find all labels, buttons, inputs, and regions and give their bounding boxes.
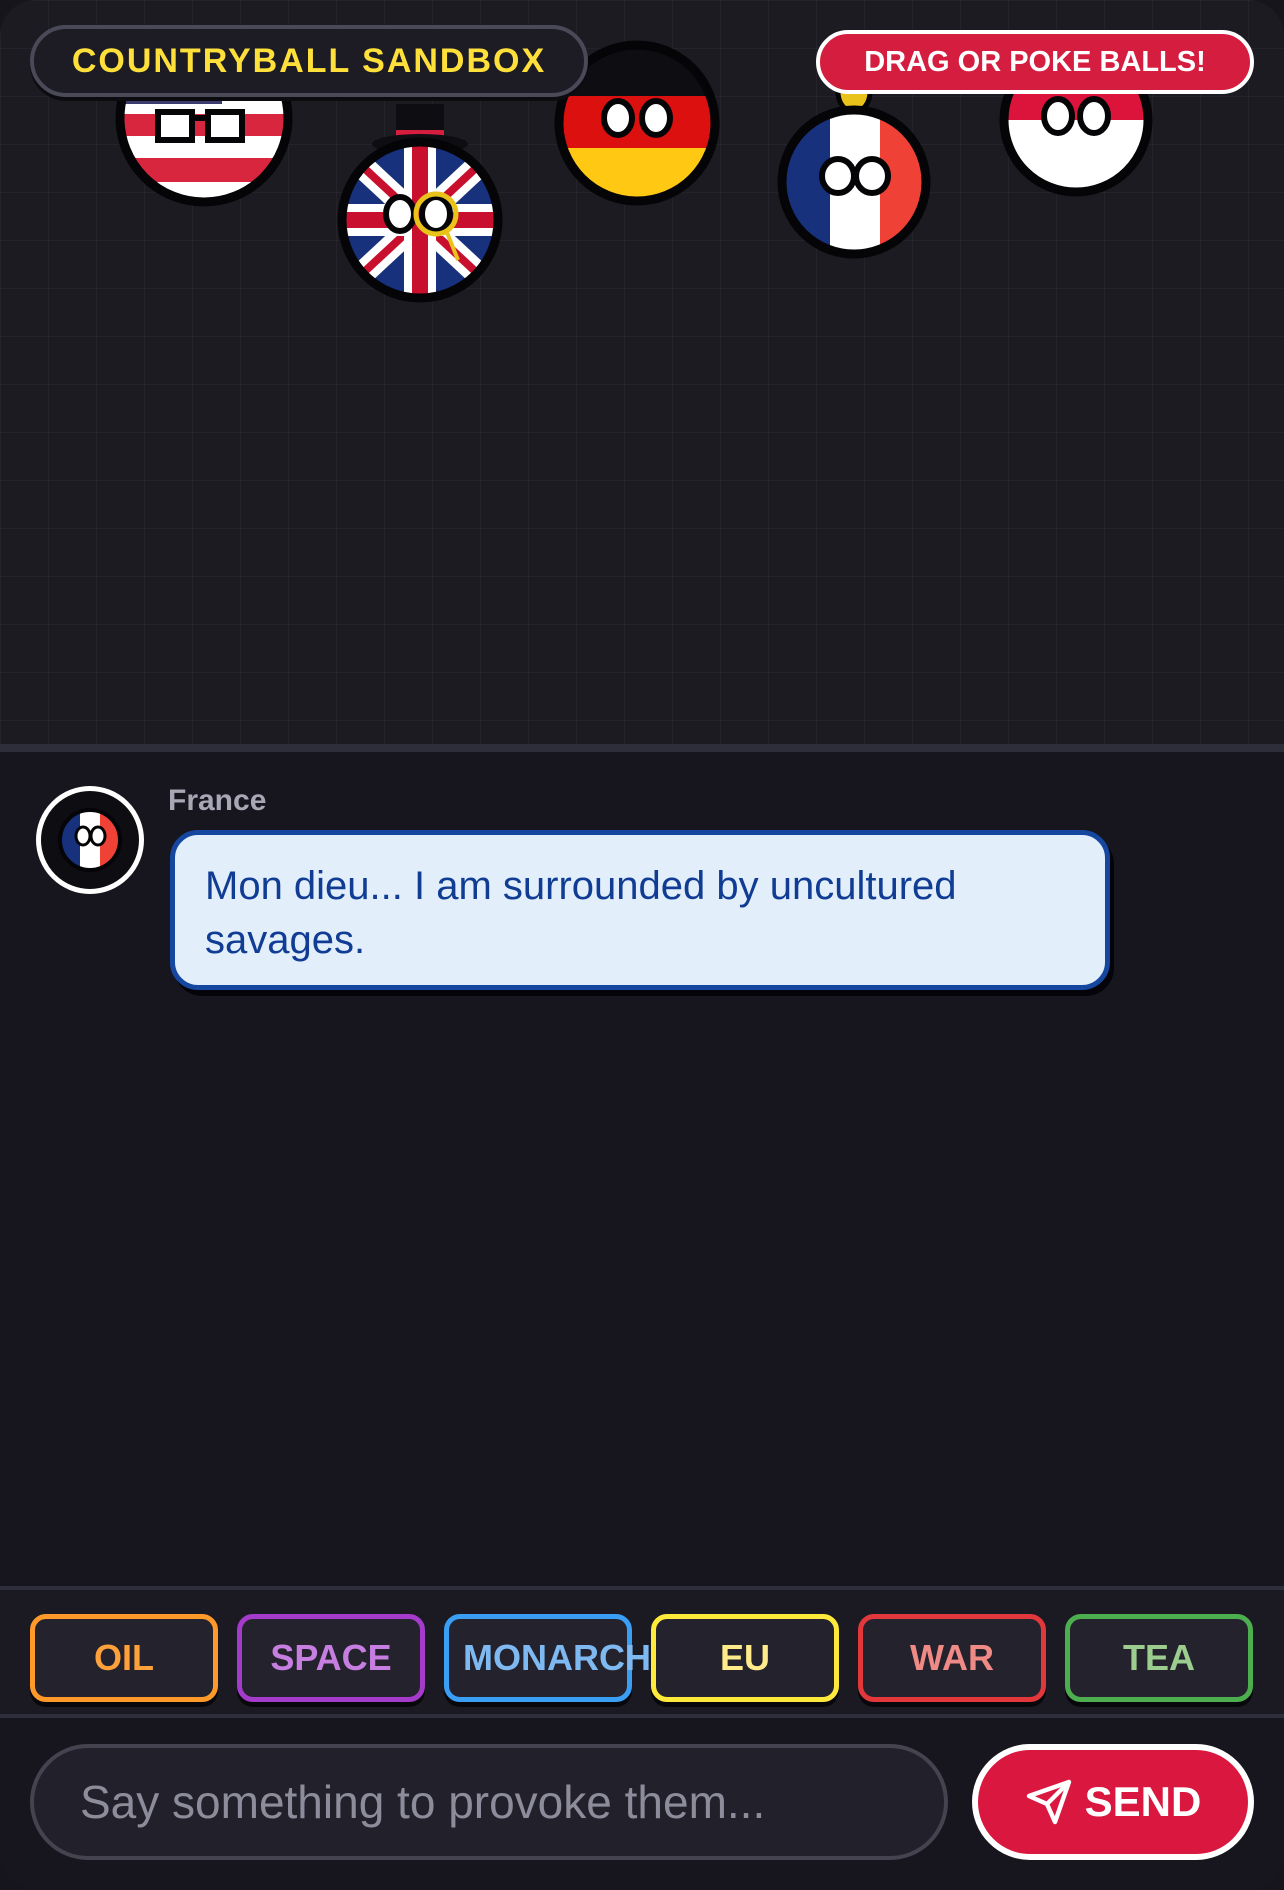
france-ball-icon	[58, 808, 122, 872]
topic-bar: OIL SPACE MONARCH EU WAR TEA	[0, 1586, 1284, 1718]
message-input[interactable]: Say something to provoke them...	[30, 1744, 948, 1860]
send-button[interactable]: SEND	[972, 1744, 1254, 1860]
sandbox-canvas[interactable]: COUNTRYBALL SANDBOX DRAG OR POKE BALLS!	[0, 0, 1284, 752]
france-avatar	[36, 786, 144, 894]
topic-eu-button[interactable]: EU	[651, 1614, 839, 1702]
app-root: COUNTRYBALL SANDBOX DRAG OR POKE BALLS!	[0, 0, 1284, 1890]
send-icon	[1026, 1779, 1071, 1825]
topic-monarch-button[interactable]: MONARCH	[444, 1614, 651, 1702]
hint-badge: DRAG OR POKE BALLS!	[816, 30, 1254, 94]
topic-space-button[interactable]: SPACE	[237, 1614, 425, 1702]
app-title: COUNTRYBALL SANDBOX	[30, 25, 588, 97]
send-label: SEND	[1084, 1778, 1202, 1825]
france-ball[interactable]	[774, 70, 934, 270]
composer: Say something to provoke them... SEND	[0, 1718, 1284, 1890]
message-bubble: Mon dieu... I am surrounded by unculture…	[170, 830, 1110, 990]
uk-ball[interactable]	[334, 100, 506, 312]
topic-oil-button[interactable]: OIL	[30, 1614, 218, 1702]
topic-war-button[interactable]: WAR	[858, 1614, 1046, 1702]
topic-tea-button[interactable]: TEA	[1065, 1614, 1253, 1702]
message-sender: France	[168, 784, 267, 817]
